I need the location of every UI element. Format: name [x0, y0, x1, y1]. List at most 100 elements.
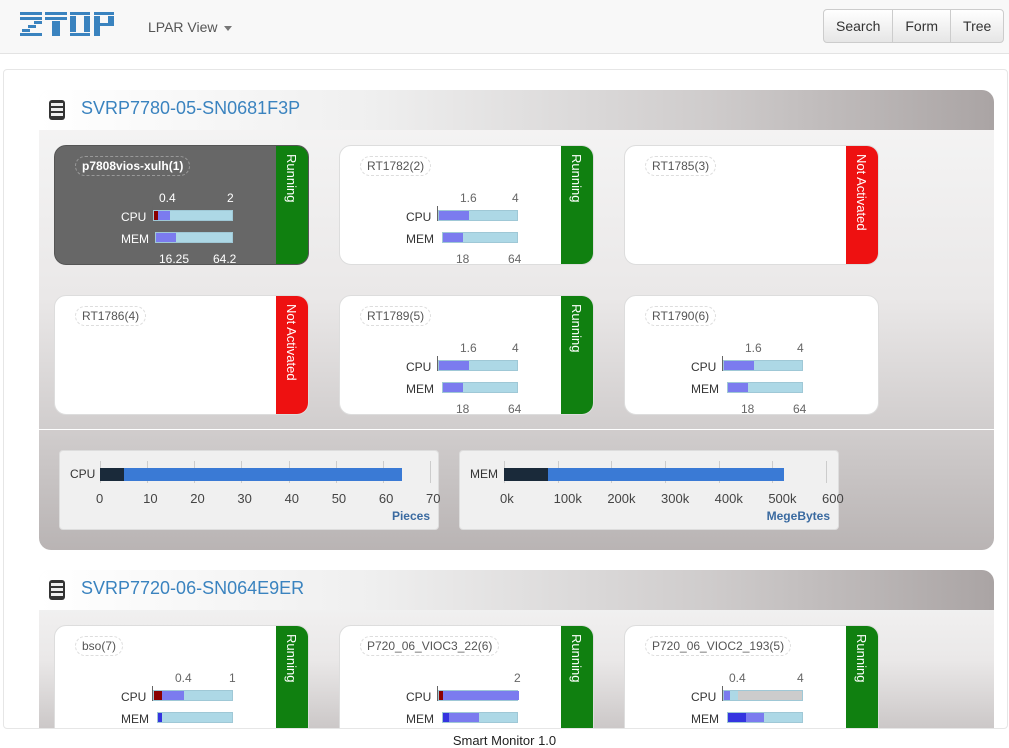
mem-summary-unit: MegeBytes	[766, 509, 830, 523]
lpar-name: bso(7)	[75, 636, 124, 656]
cpu-tick-label: 10	[143, 491, 158, 506]
mem-label: MEM	[406, 712, 434, 726]
lpar-card[interactable]: P720_06_VIOC2_193(5) Running 0.4 4 CPU M…	[624, 625, 879, 728]
search-button[interactable]: Search	[823, 9, 894, 43]
lpar-card[interactable]: RT1790(6) Open Firmware 1.6 4 CPU MEM 18…	[624, 295, 879, 415]
mem-tick: 18	[456, 252, 470, 265]
mem-bar	[442, 712, 518, 723]
lpar-name: RT1782(2)	[360, 156, 432, 176]
view-button-group: Search Form Tree	[823, 9, 1005, 43]
view-dropdown-label: LPAR View	[148, 19, 218, 35]
mem-label: MEM	[121, 712, 149, 726]
server-title[interactable]: SVRP7780-05-SN0681F3P	[81, 98, 300, 119]
cpu-tick-label: 30	[237, 491, 252, 506]
status-badge: Not Activated	[846, 146, 878, 264]
status-badge: Running	[561, 146, 593, 264]
mem-tick: 18	[741, 402, 755, 415]
cpu-tick-label: 20	[190, 491, 205, 506]
mem-tick-label: 100k	[553, 491, 582, 506]
status-badge: Running	[561, 626, 593, 728]
footer: Smart Monitor 1.0	[452, 733, 557, 748]
status-badge: Open Firmware	[854, 304, 869, 394]
cpu-label: CPU	[406, 360, 432, 374]
mem-label: MEM	[691, 712, 719, 726]
lpar-card[interactable]: RT1782(2) Running 1.6 4 CPU MEM 18 64	[339, 145, 594, 265]
cpu-bar	[723, 360, 803, 371]
no-data-message: No data collected	[686, 208, 787, 223]
cpu-summary-unit: Pieces	[391, 509, 430, 523]
cpu-bar	[438, 210, 518, 221]
lpar-name: P720_06_VIOC2_193(5)	[645, 636, 792, 656]
lpar-name: P720_06_VIOC3_22(6)	[360, 636, 500, 656]
mem-tick-label: 600	[822, 491, 844, 506]
mem-tick: 16.25	[159, 252, 190, 265]
cpu-tick-label: 60	[378, 491, 394, 506]
cpu-tick: 4	[797, 671, 804, 685]
lpar-name: RT1790(6)	[645, 306, 717, 326]
server-panel: SVRP7720-06-SN064E9ER bso(7) Running 0.4…	[39, 570, 994, 728]
tree-button[interactable]: Tree	[950, 9, 1005, 43]
mem-bar	[157, 712, 233, 723]
cpu-tick: 0.4	[729, 671, 746, 685]
form-button[interactable]: Form	[892, 9, 952, 43]
cpu-tick: 4	[797, 341, 804, 355]
mem-tick-label: 200k	[607, 491, 636, 506]
lpar-card[interactable]: bso(7) Running 0.4 1 CPU MEM	[54, 625, 309, 728]
cpu-bar	[723, 690, 803, 701]
server-icon	[49, 580, 65, 600]
status-badge: Not Activated	[276, 296, 308, 414]
status-badge: Running	[276, 626, 308, 728]
mem-tick: 64	[508, 402, 522, 415]
cpu-tick: 0.4	[175, 671, 192, 685]
cpu-used-bar	[100, 468, 124, 481]
mem-tick-label: 0k	[500, 491, 514, 506]
cpu-label: CPU	[691, 360, 717, 374]
cpu-tick-label: 40	[284, 491, 300, 506]
cpu-tick: 1	[229, 671, 236, 685]
cpu-summary-chart: CPU Pieces 0 10 20 30 40 50 60 70	[59, 450, 440, 530]
mem-bar	[727, 712, 803, 723]
mem-summary-chart: MEM MegeBytes 0k 100k 200k 300k 400k 500k 600	[459, 450, 844, 530]
lpar-card[interactable]: RT1786(4) Not Activated No data collecte…	[54, 295, 309, 415]
cpu-bar	[153, 210, 233, 221]
mem-tick: 18	[456, 402, 470, 415]
status-badge: Running	[276, 146, 308, 264]
mem-label: MEM	[406, 382, 434, 396]
status-badge: Running	[846, 626, 878, 728]
cpu-total-bar	[123, 468, 402, 481]
mem-tick-label: 300k	[661, 491, 690, 506]
server-panel-header: SVRP7720-06-SN064E9ER	[39, 570, 994, 610]
ztop-logo[interactable]	[20, 10, 116, 40]
mem-bar	[727, 382, 803, 393]
cpu-tick: 1.6	[745, 341, 762, 355]
cpu-tick: 1.6	[460, 191, 477, 205]
cpu-label: CPU	[406, 690, 432, 704]
mem-label: MEM	[406, 232, 434, 246]
cpu-label: CPU	[691, 690, 717, 704]
mem-tick-label: 500k	[768, 491, 797, 506]
caret-down-icon	[223, 25, 232, 31]
server-icon	[49, 100, 65, 120]
mem-tick: 64	[508, 252, 522, 265]
mem-gridline	[826, 461, 827, 483]
server-panel: SVRP7780-05-SN0681F3P p7808vios-xulh(1) …	[39, 90, 994, 550]
server-title[interactable]: SVRP7720-06-SN064E9ER	[81, 578, 304, 599]
lpar-card[interactable]: P720_06_VIOC3_22(6) Running 2 CPU MEM	[339, 625, 594, 728]
server-panel-header: SVRP7780-05-SN0681F3P	[39, 90, 994, 130]
main-content: SVRP7780-05-SN0681F3P p7808vios-xulh(1) …	[3, 69, 1008, 729]
lpar-name: RT1785(3)	[645, 156, 717, 176]
lpar-name: p7808vios-xulh(1)	[75, 156, 191, 176]
view-dropdown[interactable]: LPAR View	[148, 19, 232, 35]
cpu-tick: 2	[514, 671, 521, 685]
lpar-card[interactable]: RT1789(5) Running 1.6 4 CPU MEM 18 64	[339, 295, 594, 415]
lpar-card[interactable]: p7808vios-xulh(1) Running 0.4 2 CPU MEM …	[54, 145, 309, 265]
cpu-label: CPU	[121, 690, 147, 704]
lpar-card[interactable]: RT1785(3) Not Activated No data collecte…	[624, 145, 879, 265]
cpu-summary-label: CPU	[70, 467, 96, 481]
cpu-label: CPU	[406, 210, 432, 224]
mem-label: MEM	[691, 382, 719, 396]
cpu-tick-label: 0	[96, 491, 104, 506]
mem-bar	[442, 382, 518, 393]
lpar-name: RT1789(5)	[360, 306, 432, 326]
lpar-name: RT1786(4)	[75, 306, 147, 326]
